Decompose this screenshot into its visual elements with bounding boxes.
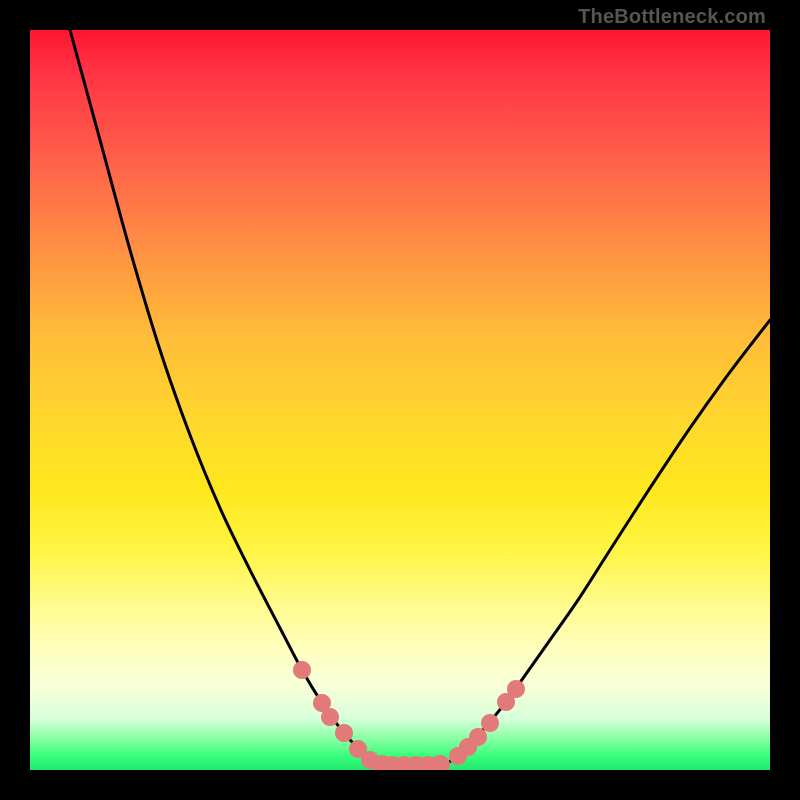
- marker-dot: [335, 724, 353, 742]
- marker-dot: [293, 661, 311, 679]
- chart-frame: TheBottleneck.com: [0, 0, 800, 800]
- plot-area: [30, 30, 770, 770]
- marker-dot: [481, 714, 499, 732]
- curve-group: [70, 30, 770, 765]
- curve-left-curve: [70, 30, 380, 765]
- chart-svg: [30, 30, 770, 770]
- marker-dot: [449, 747, 467, 765]
- curve-right-curve: [444, 320, 770, 765]
- watermark-text: TheBottleneck.com: [578, 6, 766, 29]
- marker-dot: [430, 755, 450, 770]
- marker-dot: [321, 708, 339, 726]
- marker-group: [293, 661, 525, 770]
- marker-dot: [497, 693, 515, 711]
